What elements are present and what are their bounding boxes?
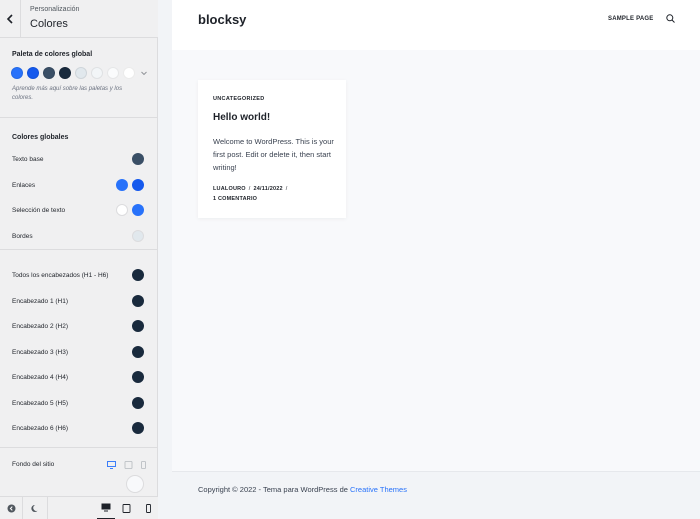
palette-section-title: Paleta de colores global [12,51,93,58]
chevron-down-icon [141,71,147,76]
site-header: blocksy SAMPLE PAGE [172,0,700,50]
color-row-label-4: Bordes [12,232,33,240]
site-title[interactable]: blocksy [198,12,246,27]
copyright-prefix: Copyright © 2022 - Tema para WordPress d… [198,485,350,494]
chevron-left-icon [6,14,13,24]
heading-row-label-1: Todos los encabezados (H1 - H6) [12,272,109,279]
customizer-sidebar: Personalización Colores Paleta de colore… [0,0,158,519]
post-author[interactable]: LUALOURO [213,186,246,192]
tablet-icon [122,504,130,513]
mobile-icon [145,504,151,513]
post-category[interactable]: UNCATEGORIZED [213,96,264,102]
palette-color-6[interactable] [91,67,103,79]
collapse-icon [7,504,15,513]
breadcrumb: Personalización [30,6,80,13]
palette-color-1[interactable] [11,67,23,79]
heading-row-swatch-6-1[interactable] [132,396,144,409]
color-row-label-3: Selección de texto [12,207,66,214]
mobile-icon[interactable] [139,461,148,469]
heading-row-label-2: Encabezado 1 (H1) [12,297,69,305]
palette-help-text: Aprende más aquí sobre las paletas y los… [12,86,123,101]
color-row-swatch-3-1[interactable] [116,204,128,216]
search-icon[interactable] [666,14,675,23]
post-comments[interactable]: 1 COMENTARIO [213,196,257,202]
site-background-swatch[interactable] [126,475,144,493]
tablet-icon[interactable] [124,461,133,469]
sidebar-header: Personalización Colores [0,0,158,38]
palette-dropdown[interactable] [140,69,148,77]
heading-row-label-5: Encabezado 4 (H4) [12,374,69,381]
divider [0,249,158,250]
preview-mobile-button[interactable] [139,497,157,519]
heading-row-swatch-7-1[interactable] [132,422,144,434]
heading-row-label-4: Encabezado 3 (H3) [12,348,69,356]
sidebar-controls[interactable]: Paleta de colores global Aprende más aqu… [0,38,158,496]
meta-separator: / [248,186,251,192]
color-row-label-1: Texto base [12,156,44,163]
palette-color-4[interactable] [59,67,71,79]
global-colors-title: Colores globales [12,134,69,141]
post-excerpt: Welcome to WordPress. This is your first… [213,137,334,172]
palette-color-7[interactable] [107,67,119,79]
sidebar-footer [0,496,158,519]
color-row-label-2: Enlaces [12,181,36,189]
site-footer: Copyright © 2022 - Tema para WordPress d… [172,471,700,507]
desktop-icon [101,503,111,512]
divider [0,117,158,118]
nav-item-sample-page[interactable]: SAMPLE PAGE [608,16,653,22]
back-button[interactable] [0,0,21,38]
desktop-icon[interactable] [107,461,116,469]
heading-row-swatch-5-1[interactable] [132,371,144,383]
palette-color-2[interactable] [27,67,39,79]
site-preview: blocksy SAMPLE PAGE UNCATEGORIZED Hello … [172,0,700,507]
color-row-swatch-4-1[interactable] [132,229,144,242]
color-row-swatch-3-2[interactable] [132,204,144,216]
palette-color-8[interactable] [123,67,135,79]
creative-themes-link[interactable]: Creative Themes [350,485,407,494]
heading-row-swatch-3-1[interactable] [132,320,144,332]
divider [47,497,48,519]
heading-row-swatch-4-1[interactable] [132,345,144,358]
divider [0,447,158,448]
heading-row-label-6: Encabezado 5 (H5) [12,399,69,407]
color-row-swatch-2-2[interactable] [132,178,144,191]
heading-row-label-7: Encabezado 6 (H6) [12,425,69,432]
site-background-label: Fondo del sitio [12,461,55,468]
post-card: UNCATEGORIZED Hello world! Welcome to Wo… [198,80,346,218]
meta-separator: / [285,186,288,192]
hide-controls-button[interactable] [0,497,22,519]
color-row-swatch-2-1[interactable] [116,178,128,191]
moon-icon [30,504,37,512]
panel-title: Colores [30,18,68,30]
color-mode-button[interactable] [23,497,47,519]
preview-tablet-button[interactable] [117,497,135,519]
post-title[interactable]: Hello world! [213,112,270,123]
global-palette[interactable] [11,67,148,79]
heading-row-swatch-2-1[interactable] [132,294,144,307]
palette-color-5[interactable] [75,67,87,79]
heading-row-label-3: Encabezado 2 (H2) [12,323,69,330]
preview-desktop-button[interactable] [97,497,115,519]
post-date[interactable]: 24/11/2022 [254,186,283,192]
copyright-text: Copyright © 2022 - Tema para WordPress d… [198,485,407,494]
heading-row-swatch-1-1[interactable] [132,269,144,281]
palette-color-3[interactable] [43,67,55,79]
color-row-swatch-1-1[interactable] [132,153,144,165]
post-meta: LUALOURO/24/11/2022/ 1 COMENTARIO [213,184,290,204]
